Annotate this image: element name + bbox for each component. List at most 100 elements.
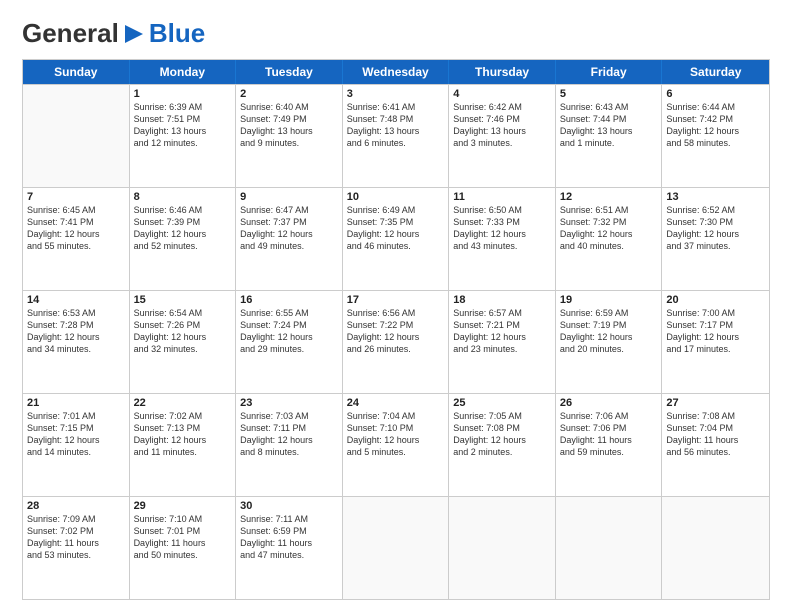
page: General Blue SundayMondayTuesdayWednesda… <box>0 0 792 612</box>
day-number: 23 <box>240 397 338 409</box>
cell-info-line: Sunrise: 6:59 AM <box>560 307 658 319</box>
cell-info-line: Sunset: 7:06 PM <box>560 422 658 434</box>
cell-info-line: Sunrise: 6:42 AM <box>453 101 551 113</box>
weekday-header-sunday: Sunday <box>23 60 130 84</box>
calendar-cell-r3-c5: 26Sunrise: 7:06 AMSunset: 7:06 PMDayligh… <box>556 394 663 496</box>
day-number: 11 <box>453 191 551 203</box>
cell-info-line: Daylight: 12 hours <box>453 331 551 343</box>
day-number: 22 <box>134 397 232 409</box>
cell-info-line: Sunrise: 6:55 AM <box>240 307 338 319</box>
cell-info-line: Sunrise: 7:01 AM <box>27 410 125 422</box>
cell-info-line: Sunrise: 6:46 AM <box>134 204 232 216</box>
cell-info-line: Sunrise: 7:06 AM <box>560 410 658 422</box>
cell-info-line: and 2 minutes. <box>453 446 551 458</box>
cell-info-line: Sunset: 7:26 PM <box>134 319 232 331</box>
day-number: 14 <box>27 294 125 306</box>
cell-info-line: and 43 minutes. <box>453 240 551 252</box>
cell-info-line: and 12 minutes. <box>134 137 232 149</box>
weekday-header-thursday: Thursday <box>449 60 556 84</box>
cell-info-line: Sunrise: 6:52 AM <box>666 204 765 216</box>
cell-info-line: Daylight: 12 hours <box>27 331 125 343</box>
cell-info-line: Daylight: 12 hours <box>134 331 232 343</box>
cell-info-line: and 23 minutes. <box>453 343 551 355</box>
cell-info-line: Sunrise: 6:43 AM <box>560 101 658 113</box>
cell-info-line: Sunrise: 6:56 AM <box>347 307 445 319</box>
calendar-cell-r4-c5 <box>556 497 663 599</box>
cell-info-line: and 11 minutes. <box>134 446 232 458</box>
cell-info-line: and 6 minutes. <box>347 137 445 149</box>
cell-info-line: and 1 minute. <box>560 137 658 149</box>
calendar-cell-r1-c1: 8Sunrise: 6:46 AMSunset: 7:39 PMDaylight… <box>130 188 237 290</box>
calendar-cell-r1-c5: 12Sunrise: 6:51 AMSunset: 7:32 PMDayligh… <box>556 188 663 290</box>
day-number: 25 <box>453 397 551 409</box>
calendar-row-0: 1Sunrise: 6:39 AMSunset: 7:51 PMDaylight… <box>23 84 769 187</box>
cell-info-line: Daylight: 12 hours <box>347 331 445 343</box>
cell-info-line: Sunset: 7:44 PM <box>560 113 658 125</box>
cell-info-line: and 46 minutes. <box>347 240 445 252</box>
cell-info-line: Daylight: 11 hours <box>134 537 232 549</box>
cell-info-line: Sunrise: 6:57 AM <box>453 307 551 319</box>
cell-info-line: Daylight: 12 hours <box>240 434 338 446</box>
cell-info-line: Daylight: 12 hours <box>27 228 125 240</box>
weekday-header-tuesday: Tuesday <box>236 60 343 84</box>
cell-info-line: and 53 minutes. <box>27 549 125 561</box>
cell-info-line: Daylight: 12 hours <box>453 228 551 240</box>
cell-info-line: Sunrise: 7:03 AM <box>240 410 338 422</box>
calendar-cell-r2-c6: 20Sunrise: 7:00 AMSunset: 7:17 PMDayligh… <box>662 291 769 393</box>
cell-info-line: and 34 minutes. <box>27 343 125 355</box>
cell-info-line: Daylight: 12 hours <box>240 331 338 343</box>
cell-info-line: Sunrise: 7:00 AM <box>666 307 765 319</box>
logo-blue: Blue <box>149 18 205 49</box>
cell-info-line: Sunset: 7:08 PM <box>453 422 551 434</box>
cell-info-line: and 32 minutes. <box>134 343 232 355</box>
cell-info-line: Daylight: 13 hours <box>560 125 658 137</box>
calendar-cell-r3-c1: 22Sunrise: 7:02 AMSunset: 7:13 PMDayligh… <box>130 394 237 496</box>
calendar-cell-r2-c2: 16Sunrise: 6:55 AMSunset: 7:24 PMDayligh… <box>236 291 343 393</box>
cell-info-line: Daylight: 13 hours <box>347 125 445 137</box>
day-number: 1 <box>134 88 232 100</box>
weekday-header-wednesday: Wednesday <box>343 60 450 84</box>
cell-info-line: Sunrise: 7:08 AM <box>666 410 765 422</box>
cell-info-line: Sunrise: 6:51 AM <box>560 204 658 216</box>
logo: General Blue <box>22 18 205 49</box>
day-number: 10 <box>347 191 445 203</box>
cell-info-line: Sunset: 7:48 PM <box>347 113 445 125</box>
cell-info-line: and 3 minutes. <box>453 137 551 149</box>
calendar-row-3: 21Sunrise: 7:01 AMSunset: 7:15 PMDayligh… <box>23 393 769 496</box>
cell-info-line: Daylight: 12 hours <box>27 434 125 446</box>
cell-info-line: Sunrise: 7:04 AM <box>347 410 445 422</box>
cell-info-line: Sunset: 7:24 PM <box>240 319 338 331</box>
cell-info-line: Sunset: 7:22 PM <box>347 319 445 331</box>
cell-info-line: Sunrise: 6:53 AM <box>27 307 125 319</box>
calendar-cell-r0-c3: 3Sunrise: 6:41 AMSunset: 7:48 PMDaylight… <box>343 85 450 187</box>
cell-info-line: Daylight: 13 hours <box>134 125 232 137</box>
logo-arrow-icon <box>123 23 145 45</box>
cell-info-line: Sunset: 7:46 PM <box>453 113 551 125</box>
cell-info-line: and 26 minutes. <box>347 343 445 355</box>
cell-info-line: Sunset: 7:13 PM <box>134 422 232 434</box>
cell-info-line: and 37 minutes. <box>666 240 765 252</box>
day-number: 20 <box>666 294 765 306</box>
day-number: 26 <box>560 397 658 409</box>
cell-info-line: Sunrise: 7:11 AM <box>240 513 338 525</box>
cell-info-line: and 47 minutes. <box>240 549 338 561</box>
calendar-cell-r0-c6: 6Sunrise: 6:44 AMSunset: 7:42 PMDaylight… <box>662 85 769 187</box>
calendar-body: 1Sunrise: 6:39 AMSunset: 7:51 PMDaylight… <box>23 84 769 599</box>
cell-info-line: Daylight: 12 hours <box>666 125 765 137</box>
cell-info-line: Sunrise: 6:41 AM <box>347 101 445 113</box>
cell-info-line: Daylight: 12 hours <box>347 434 445 446</box>
calendar-cell-r2-c5: 19Sunrise: 6:59 AMSunset: 7:19 PMDayligh… <box>556 291 663 393</box>
cell-info-line: Daylight: 12 hours <box>240 228 338 240</box>
cell-info-line: Sunset: 7:04 PM <box>666 422 765 434</box>
day-number: 24 <box>347 397 445 409</box>
cell-info-line: Sunrise: 7:05 AM <box>453 410 551 422</box>
calendar-cell-r2-c4: 18Sunrise: 6:57 AMSunset: 7:21 PMDayligh… <box>449 291 556 393</box>
calendar-cell-r1-c4: 11Sunrise: 6:50 AMSunset: 7:33 PMDayligh… <box>449 188 556 290</box>
day-number: 3 <box>347 88 445 100</box>
cell-info-line: and 58 minutes. <box>666 137 765 149</box>
day-number: 13 <box>666 191 765 203</box>
cell-info-line: and 5 minutes. <box>347 446 445 458</box>
day-number: 9 <box>240 191 338 203</box>
calendar-cell-r4-c4 <box>449 497 556 599</box>
day-number: 5 <box>560 88 658 100</box>
